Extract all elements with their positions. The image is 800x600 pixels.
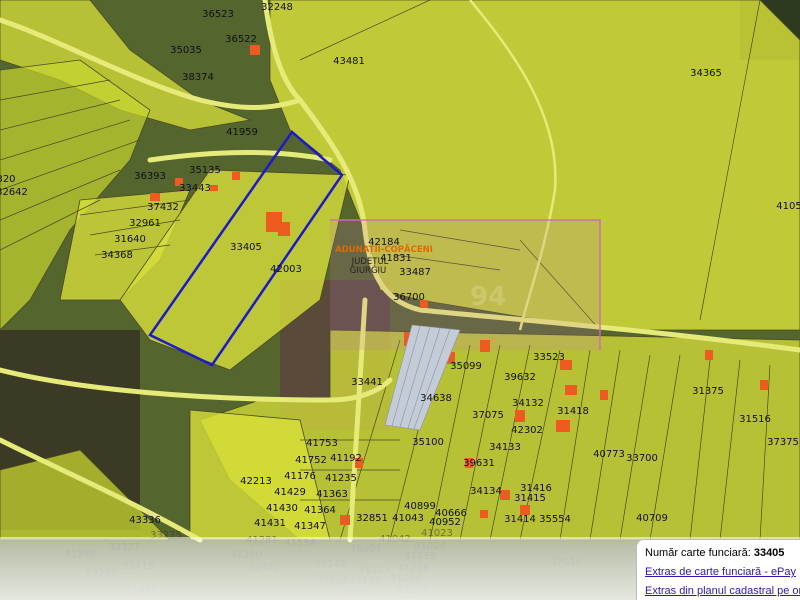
parcel-label: 35135 bbox=[189, 165, 221, 176]
parcel-label: 41430 bbox=[266, 503, 298, 514]
county-label: GIURGIU bbox=[349, 265, 387, 276]
parcel-label: 41363 bbox=[316, 489, 348, 500]
cadastral-map[interactable]: 94 36523 32248 35035 36522 43481 34365 3… bbox=[0, 0, 800, 600]
parcel-label: 38374 bbox=[182, 72, 214, 83]
parcel-label: 37075 bbox=[472, 410, 504, 421]
parcel-label: 320 bbox=[0, 174, 16, 185]
parcel-label: 33523 bbox=[533, 352, 565, 363]
parcel-label: 41752 bbox=[295, 455, 327, 466]
parcel-label: 34134 bbox=[470, 486, 502, 497]
parcel-label: 40773 bbox=[593, 449, 625, 460]
parcel-label: 36522 bbox=[225, 34, 257, 45]
info-title-value: 33405 bbox=[753, 547, 785, 559]
parcel-label: 34133 bbox=[489, 442, 521, 453]
parcel-label: 32642 bbox=[0, 187, 28, 198]
parcel-label: 40952 bbox=[429, 517, 461, 528]
parcel-label: 35100 bbox=[412, 437, 444, 448]
parcel-label: 41753 bbox=[306, 438, 338, 449]
parcel-label: 31418 bbox=[557, 406, 589, 417]
parcel-label: 34365 bbox=[690, 68, 722, 79]
info-title-row: Număr carte funciară: 33405 bbox=[645, 544, 800, 563]
parcel-label: 41431 bbox=[254, 518, 286, 529]
parcel-label: 34132 bbox=[512, 398, 544, 409]
parcel-label: 31375 bbox=[692, 386, 724, 397]
parcel-label: 43336 bbox=[129, 515, 161, 526]
parcel-label: 42302 bbox=[511, 425, 543, 436]
info-title-label: Număr carte funciară: bbox=[645, 547, 754, 559]
parcel-label: 39632 bbox=[504, 372, 536, 383]
parcel-label: 36393 bbox=[134, 171, 166, 182]
parcel-label: 35035 bbox=[170, 45, 202, 56]
parcel-label: 39631 bbox=[463, 458, 495, 469]
parcel-label: 32851 bbox=[356, 513, 388, 524]
parcel-label: 32248 bbox=[261, 2, 293, 13]
parcel-label: 33441 bbox=[351, 377, 383, 388]
parcel-label: 37432 bbox=[147, 202, 179, 213]
parcel-label: 42213 bbox=[240, 476, 272, 487]
parcel-info-panel: Număr carte funciară: 33405 Extras de ca… bbox=[636, 539, 800, 600]
parcel-label: 35554 bbox=[539, 514, 571, 525]
parcel-label: 4105 bbox=[776, 201, 800, 212]
parcel-label: 41347 bbox=[294, 521, 326, 532]
parcel-label: 42003 bbox=[270, 264, 302, 275]
parcel-label: 33487 bbox=[399, 267, 431, 278]
parcel-label: 32961 bbox=[129, 218, 161, 229]
parcel-label: 41176 bbox=[284, 471, 316, 482]
extract-cadastral-plan-link[interactable]: Extras din planul cadastral pe ortofoto bbox=[645, 585, 800, 597]
parcel-label: 41043 bbox=[392, 513, 424, 524]
parcel-label: 41429 bbox=[274, 487, 306, 498]
parcel-label: 33443 bbox=[179, 183, 211, 194]
parcel-label: 31516 bbox=[739, 414, 771, 425]
parcel-label: 37375 bbox=[767, 437, 799, 448]
parcel-label: 35099 bbox=[450, 361, 482, 372]
parcel-label: 41959 bbox=[226, 127, 258, 138]
parcel-label: 34638 bbox=[420, 393, 452, 404]
parcel-label: 31640 bbox=[114, 234, 146, 245]
parcel-label: 41235 bbox=[325, 473, 357, 484]
parcel-label: 34368 bbox=[101, 250, 133, 261]
parcel-label: 31414 bbox=[504, 514, 536, 525]
parcel-label: 33700 bbox=[626, 453, 658, 464]
extract-land-book-link[interactable]: Extras de carte funciară - ePay bbox=[645, 566, 796, 578]
parcel-label: 40899 bbox=[404, 501, 436, 512]
parcel-label: 41364 bbox=[304, 505, 336, 516]
parcel-label: 31415 bbox=[514, 493, 546, 504]
parcel-label: 40709 bbox=[636, 513, 668, 524]
parcel-label: 43481 bbox=[333, 56, 365, 67]
parcel-label: 36700 bbox=[393, 292, 425, 303]
parcel-label: 36523 bbox=[202, 9, 234, 20]
village-label: ADUNAȚII-COPĂCENI bbox=[335, 244, 433, 255]
parcel-label: 41192 bbox=[330, 453, 362, 464]
watermark: 94 bbox=[470, 282, 507, 312]
parcel-label[interactable]: 33405 bbox=[230, 243, 262, 253]
